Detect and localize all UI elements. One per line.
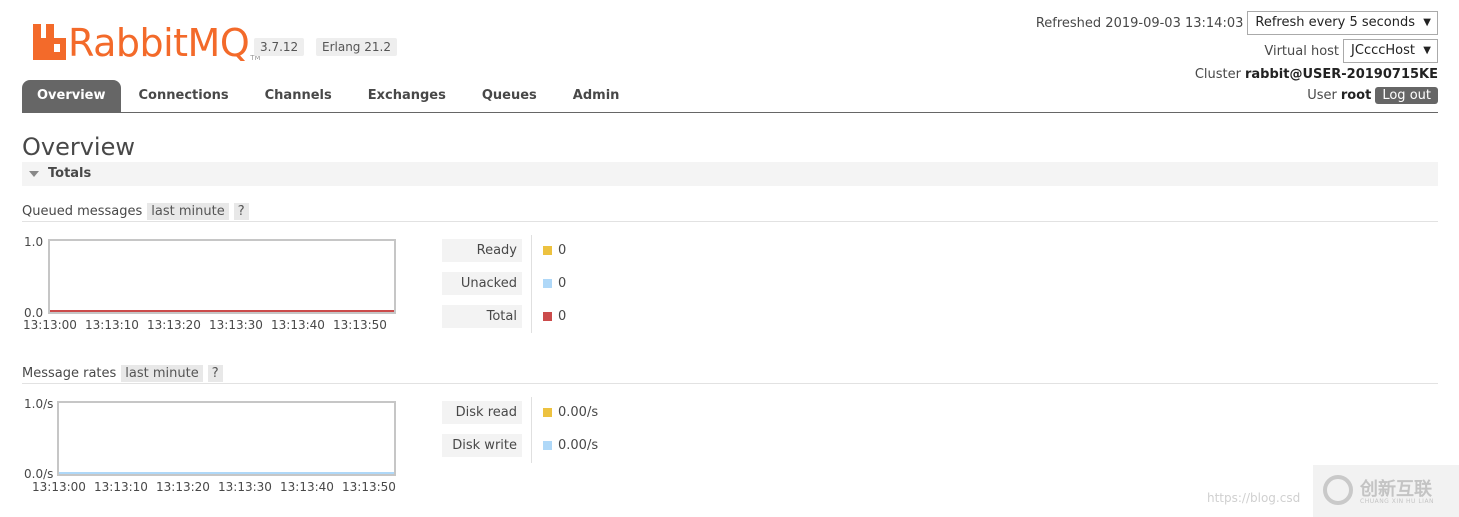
queued-range-selector[interactable]: last minute	[147, 203, 229, 220]
queued-messages-title: Queued messages	[22, 204, 143, 219]
message-rates-heading: Message rates last minute ?	[22, 365, 223, 382]
legend-divider	[531, 235, 532, 333]
unacked-value: 0	[543, 276, 566, 291]
totals-section-toggle[interactable]: Totals	[22, 162, 1438, 186]
message-rates-title: Message rates	[22, 366, 117, 381]
tab-overview[interactable]: Overview	[22, 80, 121, 112]
x-tick: 13:13:00	[23, 318, 77, 332]
watermark-logo-icon	[1323, 475, 1353, 505]
dropdown-caret-icon: ▼	[1423, 45, 1431, 56]
x-tick: 13:13:30	[218, 480, 272, 494]
page-title: Overview	[22, 133, 135, 161]
legend-disk-read[interactable]: Disk read	[442, 401, 522, 424]
disk-write-swatch	[543, 441, 552, 450]
legend-total[interactable]: Total	[442, 305, 522, 328]
x-tick: 13:13:20	[147, 318, 201, 332]
logout-button[interactable]: Log out	[1375, 87, 1438, 104]
rabbitmq-logo-icon	[33, 24, 66, 60]
rates-x-ticks: 13:13:00 13:13:10 13:13:20 13:13:30 13:13:40…	[32, 480, 404, 494]
tab-admin[interactable]: Admin	[555, 80, 638, 112]
ready-swatch	[543, 246, 552, 255]
refresh-interval-select[interactable]: Refresh every 5 seconds ▼	[1247, 11, 1438, 35]
legend-ready[interactable]: Ready	[442, 239, 522, 262]
version-badge: 3.7.12	[254, 38, 305, 56]
queued-messages-chart	[48, 239, 396, 314]
queued-messages-heading: Queued messages last minute ?	[22, 203, 249, 220]
disk-read-swatch	[543, 408, 552, 417]
watermark-subtext: CHUANG XIN HU LIAN	[1360, 498, 1435, 505]
user-label: User	[1307, 88, 1337, 103]
logo-text: RabbitMQ	[68, 21, 250, 65]
disk-write-line	[59, 472, 394, 474]
x-tick: 13:13:40	[280, 480, 334, 494]
rates-y-min: 0.0/s	[24, 467, 54, 481]
cluster-name: rabbit@USER-20190715KE	[1245, 67, 1438, 82]
user-name: root	[1340, 88, 1372, 103]
rates-divider	[22, 383, 1438, 384]
rates-y-max: 1.0/s	[24, 397, 54, 411]
disk-write-value: 0.00/s	[543, 438, 598, 453]
user-row: User root Log out	[1307, 87, 1438, 104]
rates-range-selector[interactable]: last minute	[121, 365, 203, 382]
legend-disk-write[interactable]: Disk write	[442, 434, 522, 457]
tab-queues[interactable]: Queues	[464, 80, 555, 112]
refreshed-timestamp: Refreshed 2019-09-03 13:14:03	[1035, 15, 1244, 31]
x-tick: 13:13:50	[342, 480, 396, 494]
main-tabs: Overview Connections Channels Exchanges …	[22, 80, 637, 112]
x-tick: 13:13:20	[156, 480, 210, 494]
x-tick: 13:13:10	[85, 318, 139, 332]
x-tick: 13:13:50	[333, 318, 387, 332]
x-tick: 13:13:40	[271, 318, 325, 332]
queued-y-max: 1.0	[24, 235, 44, 249]
cluster-row: Cluster rabbit@USER-20190715KE	[1195, 67, 1438, 82]
message-rates-chart	[57, 401, 396, 476]
cluster-label: Cluster	[1194, 67, 1241, 82]
x-tick: 13:13:00	[32, 480, 86, 494]
total-value: 0	[543, 309, 566, 324]
tab-exchanges[interactable]: Exchanges	[350, 80, 464, 112]
unacked-swatch	[543, 279, 552, 288]
vhost-label: Virtual host	[1264, 43, 1340, 59]
collapse-triangle-icon	[29, 171, 39, 177]
queued-total-line	[50, 310, 394, 312]
x-tick: 13:13:10	[94, 480, 148, 494]
vhost-select[interactable]: JCcccHost ▼	[1343, 39, 1438, 63]
section-title: Totals	[48, 166, 92, 181]
legend-unacked[interactable]: Unacked	[442, 272, 522, 295]
dropdown-caret-icon: ▼	[1423, 17, 1431, 28]
queued-x-ticks: 13:13:00 13:13:10 13:13:20 13:13:30 13:13:40…	[23, 318, 395, 332]
queued-divider	[22, 221, 1438, 222]
disk-read-value: 0.00/s	[543, 405, 598, 420]
erlang-badge: Erlang 21.2	[316, 38, 397, 56]
watermark-url: https://blog.csd	[1207, 491, 1301, 505]
watermark-brand: 创新互联 CHUANG XIN HU LIAN	[1313, 465, 1459, 517]
refresh-row: Refreshed 2019-09-03 13:14:03 Refresh ev…	[1036, 11, 1438, 35]
tab-connections[interactable]: Connections	[121, 80, 247, 112]
x-tick: 13:13:30	[209, 318, 263, 332]
tab-channels[interactable]: Channels	[247, 80, 350, 112]
queued-help-icon[interactable]: ?	[233, 203, 249, 220]
rates-legend-divider	[531, 397, 532, 463]
rabbitmq-logo[interactable]: RabbitMQ TM	[33, 18, 261, 65]
vhost-row: Virtual host JCcccHost ▼	[1264, 39, 1438, 63]
rates-help-icon[interactable]: ?	[207, 365, 223, 382]
ready-value: 0	[543, 243, 566, 258]
tabs-divider	[22, 112, 1438, 113]
total-swatch	[543, 312, 552, 321]
